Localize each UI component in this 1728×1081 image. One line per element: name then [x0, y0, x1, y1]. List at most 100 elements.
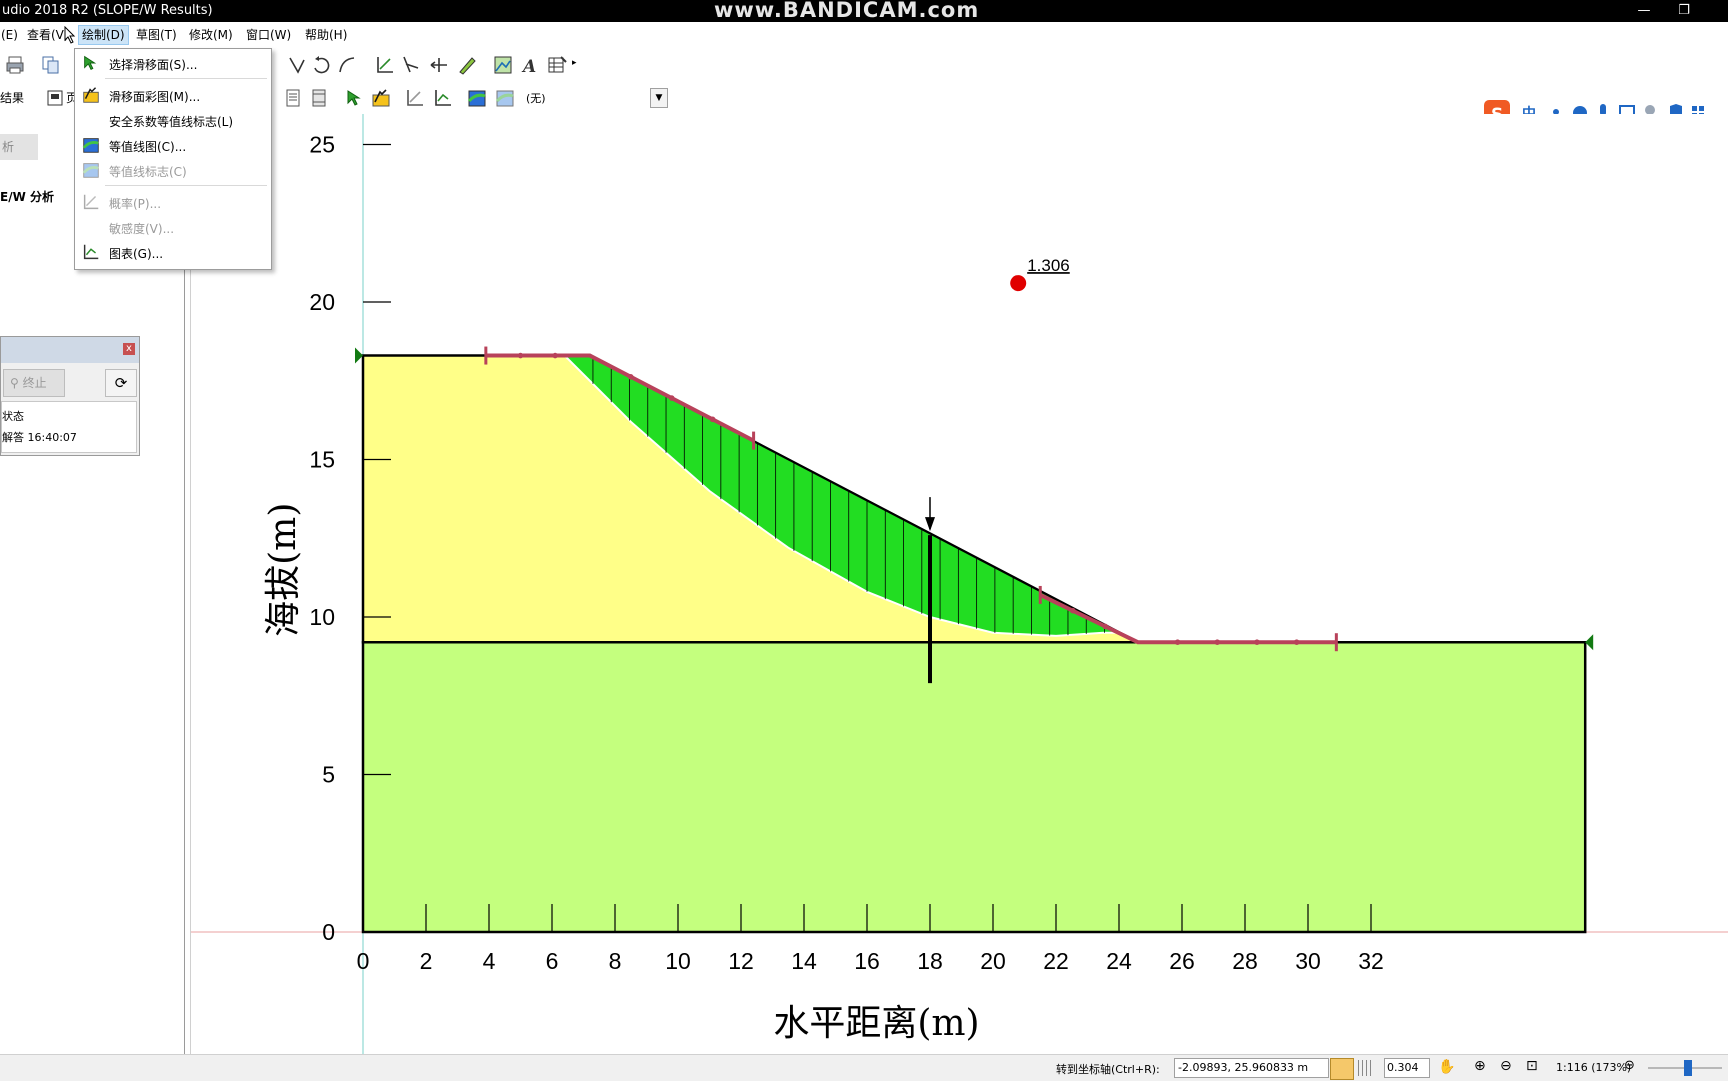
- menu-modify[interactable]: 修改(M): [186, 26, 236, 44]
- axis-icon-2[interactable]: [404, 87, 426, 109]
- results-tab[interactable]: 结果: [0, 89, 24, 106]
- zoom-out-icon[interactable]: ⊖: [1500, 1058, 1512, 1074]
- exit-range-point: [1102, 623, 1109, 630]
- status-line: 解答 16:40:07: [2, 431, 77, 444]
- axis-tool-icon[interactable]: [400, 54, 422, 76]
- style-select-value[interactable]: (无): [526, 90, 546, 106]
- fos-center-point: [1010, 275, 1027, 292]
- menu-draw[interactable]: 绘制(D): [78, 25, 129, 45]
- minimize-icon[interactable]: —: [1632, 0, 1656, 22]
- draw-menu-dropdown: 选择滑移面(S)... 滑移面彩图(M)... 安全系数等值线标志(L) 等值线…: [74, 48, 272, 270]
- move-icon[interactable]: [428, 54, 450, 76]
- x-tick-label: 32: [1358, 948, 1384, 974]
- select-slip-icon[interactable]: [344, 87, 366, 109]
- exit-range-point: [1214, 639, 1221, 645]
- goto-coord-input[interactable]: -2.09893, 25.960833 m: [1174, 1058, 1329, 1078]
- table-icon[interactable]: [546, 54, 568, 76]
- zoom-fit-icon[interactable]: ⊡: [1526, 1058, 1538, 1074]
- x-tick-label: 0: [357, 948, 370, 974]
- stop-icon: ⚲: [10, 376, 19, 390]
- menu-item-contours[interactable]: 等值线图(C)...: [75, 133, 271, 157]
- analysis-tree-item[interactable]: E/W 分析: [0, 188, 54, 205]
- entry-range-point: [668, 395, 675, 401]
- entry-range-point: [709, 416, 716, 423]
- grid-step-input[interactable]: 0.304: [1384, 1058, 1430, 1078]
- lower-soil-layer: [361, 640, 1587, 934]
- menu-item-select-slip[interactable]: 选择滑移面(S)...: [75, 51, 271, 75]
- text-icon[interactable]: A: [518, 54, 540, 76]
- exit-range-point: [1254, 639, 1260, 645]
- status-title: 状态: [2, 410, 24, 423]
- page-icon[interactable]: [44, 87, 66, 109]
- graph-icon: [83, 244, 99, 260]
- refresh-icon[interactable]: ⟳: [105, 369, 137, 397]
- contour-label-icon[interactable]: [494, 87, 516, 109]
- menu-window[interactable]: 窗口(W): [243, 26, 294, 44]
- y-tick-label: 20: [309, 289, 335, 315]
- close-icon[interactable]: x: [123, 343, 135, 355]
- image-icon[interactable]: [492, 54, 514, 76]
- solver-status-box: 状态 解答 16:40:07: [1, 401, 137, 453]
- menu-separator: [105, 78, 267, 79]
- y-axis-title: 海拔(m): [263, 503, 304, 637]
- y-tick-label: 5: [322, 762, 335, 788]
- exit-range-point: [1070, 607, 1076, 614]
- slip-color-map-icon: [83, 87, 99, 103]
- menu-help[interactable]: 帮助(H): [302, 26, 350, 44]
- x-tick-label: 8: [609, 948, 622, 974]
- copy-icon[interactable]: [40, 54, 62, 76]
- grid-icon[interactable]: [1358, 1060, 1374, 1076]
- style-select-dropdown[interactable]: ▼: [650, 88, 668, 108]
- window-title: udio 2018 R2 (SLOPE/W Results): [2, 3, 213, 18]
- contour-icon[interactable]: [466, 87, 488, 109]
- menu-item-graph[interactable]: 图表(G)...: [75, 240, 271, 264]
- restore-icon[interactable]: ❐: [1672, 0, 1696, 22]
- x-tick-label: 30: [1295, 948, 1321, 974]
- x-tick-label: 26: [1169, 948, 1195, 974]
- menu-item-label: 选择滑移面(S)...: [109, 58, 198, 72]
- zoom-in-icon[interactable]: ⊕: [1474, 1058, 1486, 1074]
- menu-edit[interactable]: (E): [0, 26, 21, 44]
- print-icon[interactable]: [4, 54, 26, 76]
- status-bar: 转到坐标轴(Ctrl+R): -2.09893, 25.960833 m 0.3…: [0, 1054, 1728, 1081]
- curve-icon[interactable]: [336, 54, 358, 76]
- drawing-canvas[interactable]: 1.306 0 2 4 6 8 10 12 14 16 18 20 22 24 26 28 30 32 0 5 10 15…: [190, 114, 1728, 1054]
- arc-icon[interactable]: [310, 54, 332, 76]
- stop-button[interactable]: ⚲ 终止: [3, 369, 65, 397]
- menu-item-slip-color-map[interactable]: 滑移面彩图(M)...: [75, 83, 271, 107]
- slope-section-chart: 1.3060 2 4 6 8 10 12 14 16 18 20 22 24 26 28 30 32051015…: [191, 114, 1728, 1054]
- axis-icon[interactable]: [374, 54, 396, 76]
- x-tick-label: 24: [1106, 948, 1132, 974]
- x-tick-label: 2: [420, 948, 433, 974]
- x-tick-label: 12: [728, 948, 754, 974]
- menu-separator: [105, 185, 267, 186]
- snap-grid-icon[interactable]: [1330, 1058, 1354, 1080]
- svg-text:A: A: [521, 57, 536, 76]
- solver-header: [1, 337, 139, 363]
- document-icon[interactable]: [282, 87, 304, 109]
- pan-hand-icon[interactable]: ✋: [1438, 1059, 1455, 1075]
- x-tick-label: 6: [546, 948, 559, 974]
- draw-line-icon[interactable]: [286, 54, 308, 76]
- menu-item-label: 等值线图(C)...: [109, 140, 187, 154]
- exit-range-point: [1174, 639, 1181, 645]
- zoom-slider-thumb[interactable]: [1684, 1060, 1692, 1076]
- contour-icon: [82, 138, 99, 153]
- film-icon[interactable]: [308, 87, 330, 109]
- menu-sketch[interactable]: 草图(T): [133, 26, 180, 44]
- x-tick-label: 20: [980, 948, 1006, 974]
- x-tick-label: 14: [791, 948, 817, 974]
- solver-window: x ⚲ 终止 ⟳ 状态 解答 16:40:07: [0, 336, 140, 456]
- pencil-icon[interactable]: [456, 54, 478, 76]
- menu-item-fos-contour-labels[interactable]: 安全系数等值线标志(L): [75, 108, 271, 132]
- select-slip-icon: [84, 55, 97, 70]
- recorder-watermark: www.BANDICAM.com: [714, 0, 980, 22]
- slip-color-map-icon[interactable]: [370, 87, 392, 109]
- analysis-tab[interactable]: 析: [0, 134, 38, 160]
- chart-tool-icon[interactable]: [432, 87, 454, 109]
- x-tick-label: 22: [1043, 948, 1069, 974]
- zoom-minus-icon[interactable]: ⊖: [1624, 1058, 1635, 1073]
- x-axis-title: 水平距离(m): [773, 1003, 979, 1044]
- menu-item-contour-labels: 等值线标志(C): [75, 158, 271, 182]
- more-arrow-icon[interactable]: ▸: [572, 58, 577, 68]
